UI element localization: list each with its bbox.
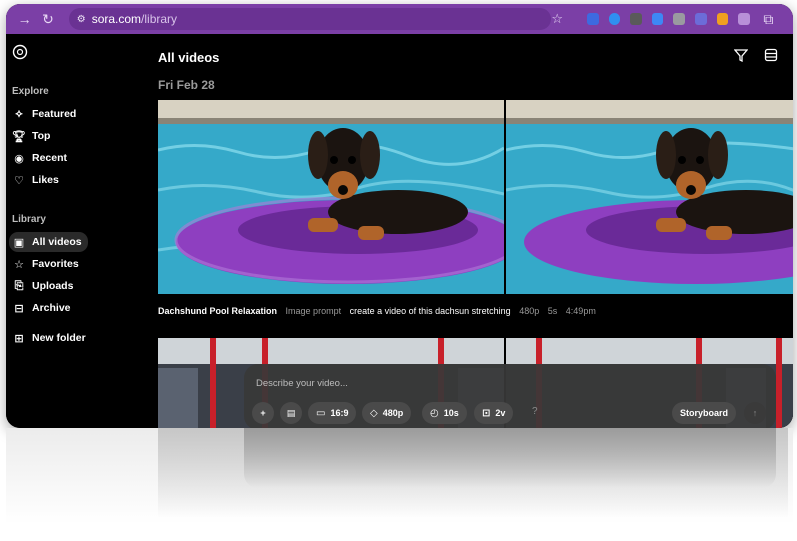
sidebar-item-label: Featured	[32, 108, 77, 120]
variations-button[interactable]: ⊡ 2v	[474, 402, 514, 424]
video-type: Image prompt	[285, 306, 342, 316]
sidebar-item-label: Favorites	[32, 258, 79, 270]
page-title: All videos	[158, 50, 220, 65]
arrow-up-icon: ↑	[752, 408, 758, 418]
openai-logo-icon[interactable]	[12, 44, 30, 62]
archive-icon: ⊟	[14, 302, 24, 315]
sidebar-item-all-videos[interactable]: ▣ All videos	[9, 232, 88, 252]
storyboard-button[interactable]: Storyboard	[672, 402, 737, 424]
resolution-value: 480p	[382, 408, 404, 418]
prompt-composer: Describe your video... + ▤ ▭ 16:9 ◇ 480p…	[244, 364, 776, 428]
video-title[interactable]: Dachshund Pool Relaxation	[158, 306, 277, 316]
sidebar-item-label: Likes	[32, 174, 59, 186]
sidebar-item-label: Recent	[32, 152, 68, 164]
sidebar-item-recent[interactable]: ◉ Recent	[9, 148, 73, 168]
bookmark-star-icon[interactable]: ☆	[551, 11, 563, 27]
video-icon: ▣	[13, 236, 25, 249]
new-folder-label: New folder	[32, 332, 86, 344]
sidebar-item-top[interactable]: 🏆︎ Top	[9, 126, 56, 146]
video-duration: 5s	[547, 306, 558, 316]
sidebar-item-likes[interactable]: ♡ Likes	[9, 170, 65, 190]
video-thumbnail[interactable]	[506, 100, 793, 294]
extension-icon[interactable]	[630, 13, 642, 25]
extension-icon[interactable]	[694, 13, 707, 25]
window-reflection	[6, 428, 793, 541]
new-folder-icon: ⊞	[14, 332, 24, 345]
preset-icon: ▤	[286, 407, 296, 418]
heart-icon: ♡	[14, 174, 24, 187]
sora-app: Explore ⟡ Featured 🏆︎ Top ◉ Recent ♡ Lik…	[6, 34, 793, 428]
extensions-puzzle-icon[interactable]: ⧉	[760, 11, 777, 28]
extension-icon[interactable]	[608, 13, 621, 25]
preset-button[interactable]: ▤	[280, 402, 302, 424]
resolution-icon: ◇	[370, 407, 378, 419]
site-info-icon[interactable]: ⚙	[77, 14, 86, 25]
aspect-ratio-value: 16:9	[330, 408, 349, 418]
star-icon: ☆	[14, 258, 24, 271]
sidebar-item-label: Archive	[32, 302, 71, 314]
aspect-ratio-button[interactable]: ▭ 16:9	[308, 402, 357, 424]
grid-view-icon[interactable]	[764, 48, 778, 66]
extension-icon[interactable]	[738, 13, 750, 25]
upload-icon: ⎘	[14, 279, 24, 292]
sidebar-item-favorites[interactable]: ☆ Favorites	[9, 254, 85, 274]
video-prompt: create a video of this dachsun stretchin…	[349, 306, 511, 316]
sidebar: Explore ⟡ Featured 🏆︎ Top ◉ Recent ♡ Lik…	[6, 34, 156, 428]
extension-icon[interactable]	[673, 13, 685, 25]
recent-icon: ◉	[14, 152, 24, 165]
variations-icon: ⊡	[482, 407, 491, 419]
help-button[interactable]: ?	[532, 406, 538, 417]
browser-toolbar: → ↻ ⚙ sora.com/library ☆ ⧉	[6, 4, 793, 34]
video-thumbnail[interactable]	[158, 100, 504, 294]
clock-icon: ◴	[430, 407, 439, 419]
submit-button[interactable]: ↑	[744, 402, 766, 424]
sidebar-item-featured[interactable]: ⟡ Featured	[9, 104, 82, 124]
variations-value: 2v	[495, 408, 506, 418]
aspect-ratio-icon: ▭	[316, 407, 326, 419]
sidebar-item-archive[interactable]: ⊟ Archive	[9, 298, 77, 318]
forward-icon[interactable]: →	[16, 11, 33, 27]
sidebar-item-uploads[interactable]: ⎘ Uploads	[9, 276, 79, 296]
extension-icon[interactable]	[587, 13, 599, 25]
video-caption: Dachshund Pool Relaxation Image prompt c…	[158, 306, 596, 316]
extension-icon[interactable]	[716, 13, 729, 25]
add-media-button[interactable]: +	[252, 402, 274, 424]
duration-value: 10s	[443, 408, 459, 418]
sidebar-item-label: Uploads	[32, 280, 74, 292]
video-time: 4:49pm	[565, 306, 596, 316]
browser-window: → ↻ ⚙ sora.com/library ☆ ⧉ Explore ⟡ Fea…	[6, 4, 793, 428]
explore-section-title: Explore	[12, 86, 49, 97]
url-host: sora.com	[91, 12, 142, 26]
date-group-label: Fri Feb 28	[158, 78, 215, 92]
storyboard-label: Storyboard	[680, 408, 729, 418]
sidebar-item-label: All videos	[32, 236, 82, 248]
video-resolution: 480p	[519, 306, 540, 316]
url-path: /library	[141, 12, 178, 26]
filter-icon[interactable]	[733, 48, 749, 66]
trophy-icon: 🏆︎	[12, 130, 26, 143]
address-bar[interactable]: ⚙ sora.com/library	[68, 8, 552, 30]
sidebar-item-label: Top	[32, 130, 51, 142]
plus-icon: +	[260, 408, 266, 418]
new-folder-button[interactable]: ⊞ New folder	[9, 328, 92, 348]
extension-icon[interactable]	[651, 13, 664, 25]
resolution-button[interactable]: ◇ 480p	[362, 402, 412, 424]
prompt-input[interactable]: Describe your video...	[256, 378, 348, 389]
duration-button[interactable]: ◴ 10s	[422, 402, 467, 424]
library-section-title: Library	[12, 214, 46, 225]
reflection-composer	[244, 428, 776, 488]
reload-icon[interactable]: ↻	[39, 11, 56, 28]
featured-icon: ⟡	[15, 107, 23, 120]
